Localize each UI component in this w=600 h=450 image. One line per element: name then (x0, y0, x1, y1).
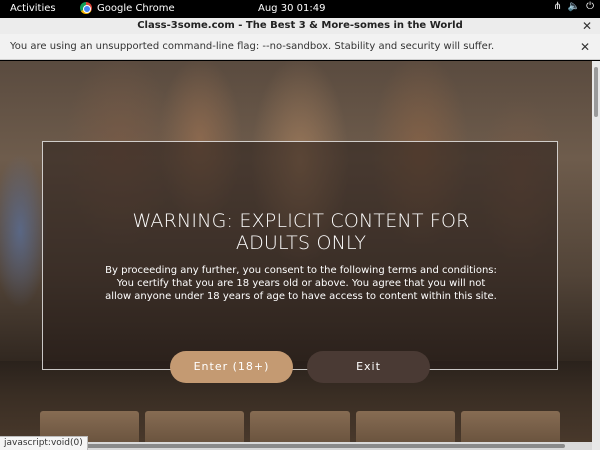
app-name: Google Chrome (97, 2, 175, 14)
horizontal-scrollbar[interactable] (0, 442, 592, 450)
infobar-message: You are using an unsupported command-lin… (10, 41, 495, 52)
age-verification-modal: WARNING: EXPLICIT CONTENT FOR ADULTS ONL… (42, 141, 558, 370)
modal-heading: WARNING: EXPLICIT CONTENT FOR ADULTS ONL… (132, 210, 470, 254)
network-icon: ⋔ (553, 1, 562, 12)
sandbox-warning-infobar: You are using an unsupported command-lin… (0, 34, 600, 60)
clock[interactable]: Aug 30 01:49 (258, 3, 325, 14)
close-infobar-icon[interactable]: ✕ (580, 34, 590, 60)
app-menu[interactable]: Google Chrome (80, 2, 175, 14)
page-viewport: WARNING: EXPLICIT CONTENT FOR ADULTS ONL… (0, 61, 592, 450)
window-title: Class-3some.com - The Best 3 & More-some… (137, 20, 463, 31)
system-top-bar: Activities Google Chrome Aug 30 01:49 ⋔ … (0, 0, 600, 18)
activities-button[interactable]: Activities (10, 3, 56, 14)
power-icon: ⏻ (586, 1, 594, 12)
close-window-icon[interactable]: ✕ (582, 18, 592, 34)
exit-button[interactable]: Exit (307, 351, 430, 383)
modal-terms: By proceeding any further, you consent t… (105, 265, 497, 302)
link-status-bubble: javascript:void(0) (0, 436, 88, 450)
system-tray[interactable]: ⋔ 🔈 ⏻ (553, 1, 594, 12)
vertical-scrollbar[interactable] (592, 61, 600, 450)
window-title-bar: Class-3some.com - The Best 3 & More-some… (0, 18, 600, 34)
chrome-icon (80, 2, 92, 14)
scrollbar-thumb[interactable] (594, 67, 598, 117)
enter-button[interactable]: Enter (18+) (170, 351, 293, 383)
volume-icon: 🔈 (567, 1, 581, 12)
horizontal-scrollbar-thumb[interactable] (60, 444, 565, 448)
